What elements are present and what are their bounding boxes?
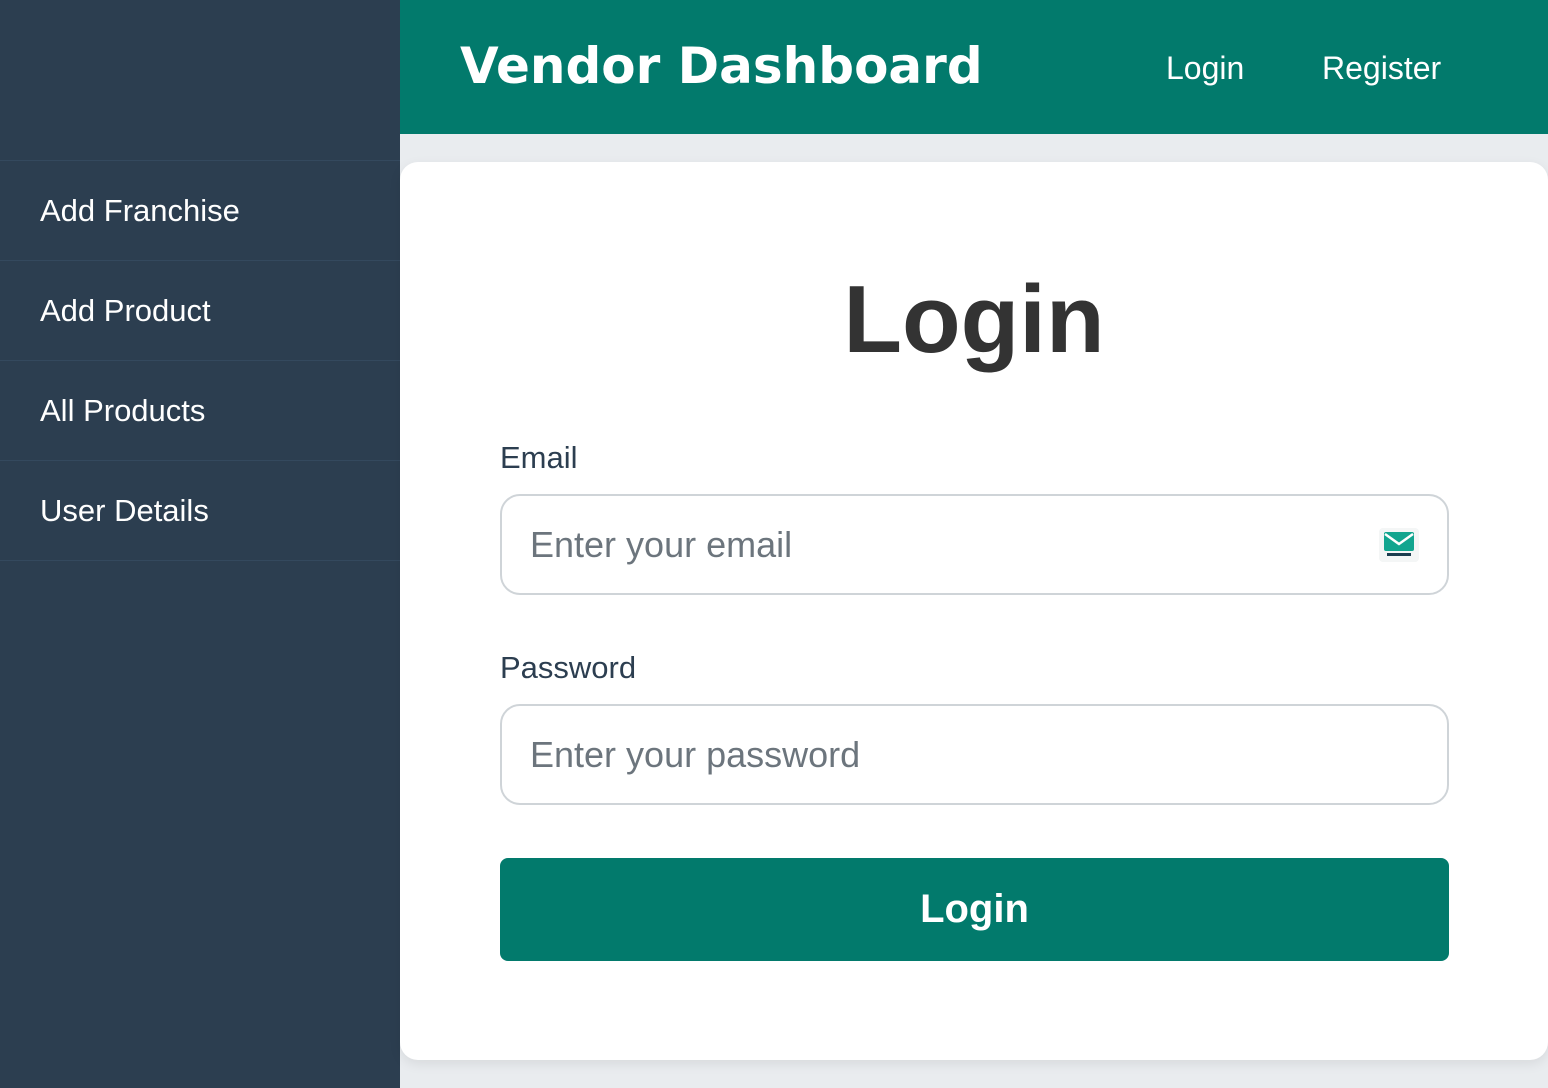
login-submit-button[interactable]: Login bbox=[500, 858, 1449, 961]
email-label: Email bbox=[500, 440, 578, 475]
envelope-icon bbox=[1384, 532, 1414, 556]
sidebar-item-user-details[interactable]: User Details bbox=[0, 461, 400, 561]
sidebar-item-add-franchise[interactable]: Add Franchise bbox=[0, 161, 400, 261]
sidebar-nav: Add Franchise Add Product All Products U… bbox=[0, 160, 400, 561]
page-title: Login bbox=[843, 266, 1105, 373]
nav-register-link[interactable]: Register bbox=[1322, 46, 1441, 90]
top-navbar: Vendor Dashboard Login Register bbox=[400, 0, 1548, 134]
password-field-wrapper bbox=[500, 704, 1449, 805]
nav-login-link[interactable]: Login bbox=[1166, 46, 1244, 90]
brand-title: Vendor Dashboard bbox=[460, 37, 983, 95]
tempmail-icon[interactable] bbox=[1379, 528, 1419, 562]
sidebar: Add Franchise Add Product All Products U… bbox=[0, 0, 400, 1088]
email-field-wrapper bbox=[500, 494, 1449, 595]
sidebar-item-add-product[interactable]: Add Product bbox=[0, 261, 400, 361]
login-card: Login Email Password Login bbox=[400, 162, 1548, 1060]
sidebar-item-all-products[interactable]: All Products bbox=[0, 361, 400, 461]
password-input[interactable] bbox=[530, 706, 1370, 803]
email-input[interactable] bbox=[530, 496, 1370, 593]
password-label: Password bbox=[500, 650, 637, 685]
